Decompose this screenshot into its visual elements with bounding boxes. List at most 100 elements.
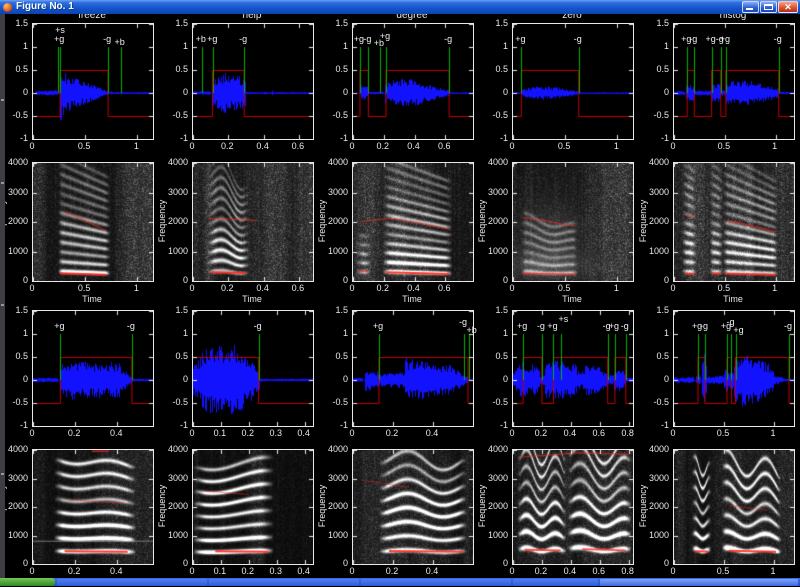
y-tick-label: 1 bbox=[472, 328, 508, 338]
x-axis-label: Time bbox=[192, 294, 312, 304]
x-tick-label: 1 bbox=[121, 141, 151, 151]
spectrogram-plot-r2c5[interactable] bbox=[674, 163, 794, 281]
start-button[interactable] bbox=[0, 578, 55, 586]
marker-label: +g bbox=[47, 322, 71, 331]
x-tick-label: 0.6 bbox=[429, 283, 459, 293]
axes-box-r4c4 bbox=[512, 449, 634, 565]
marker-label: +g bbox=[200, 35, 224, 44]
y-tick-label: -0.5 bbox=[472, 397, 508, 407]
x-tick-label: 1 bbox=[601, 283, 631, 293]
marker-label: +g bbox=[508, 35, 532, 44]
y-tick-label: 4000 bbox=[472, 444, 508, 454]
x-tick-label: 0.2 bbox=[526, 566, 556, 576]
marker-label: -g bbox=[231, 35, 255, 44]
y-tick-label: 4000 bbox=[152, 157, 188, 167]
marker-label: +b bbox=[108, 38, 132, 47]
y-tick-label: 0 bbox=[152, 374, 188, 384]
taskbar-button[interactable] bbox=[57, 579, 207, 586]
x-tick-label: 0 bbox=[177, 566, 207, 576]
x-tick-label: 1 bbox=[121, 283, 151, 293]
spectrogram-plot-r4c5[interactable] bbox=[674, 450, 794, 564]
y-tick-label: 0 bbox=[152, 87, 188, 97]
minimize-button[interactable] bbox=[742, 1, 759, 13]
spectrogram-plot-r2c2[interactable] bbox=[193, 163, 313, 281]
axes-box-r2c2 bbox=[192, 162, 314, 282]
y-tick-label: 4000 bbox=[312, 444, 348, 454]
x-tick-label: 0 bbox=[497, 141, 527, 151]
y-tick-label: -0.5 bbox=[152, 110, 188, 120]
x-tick-label: 1 bbox=[758, 428, 788, 438]
x-tick-label: 0.2 bbox=[377, 428, 407, 438]
y-tick-label: 4000 bbox=[152, 444, 188, 454]
x-tick-label: 0 bbox=[497, 566, 527, 576]
x-tick-label: 0.2 bbox=[368, 283, 398, 293]
y-tick-label: 0.5 bbox=[633, 351, 669, 361]
y-tick-label: 1.5 bbox=[472, 18, 508, 28]
axes-box-r2c3 bbox=[352, 162, 474, 282]
y-tick-label: 1 bbox=[152, 41, 188, 51]
x-tick-label: 0 bbox=[337, 283, 367, 293]
y-tick-label: 1.5 bbox=[472, 305, 508, 315]
x-tick-label: 0.5 bbox=[549, 283, 579, 293]
y-tick-label: 0.5 bbox=[472, 351, 508, 361]
y-tick-label: -0.5 bbox=[152, 397, 188, 407]
spectrogram-plot-r4c3[interactable] bbox=[353, 450, 473, 564]
spectrogram-plot-r4c2[interactable] bbox=[193, 450, 313, 564]
x-tick-label: 0 bbox=[658, 566, 688, 576]
y-axis-label: Frequency bbox=[157, 471, 167, 541]
spectrogram-plot-r4c4[interactable] bbox=[513, 450, 633, 564]
x-axis-label: Time bbox=[512, 294, 632, 304]
x-tick-label: 0.5 bbox=[709, 141, 739, 151]
y-tick-label: 1 bbox=[312, 328, 348, 338]
x-tick-label: 0.2 bbox=[59, 566, 89, 576]
x-tick-label: 0.4 bbox=[101, 566, 131, 576]
window-title-bar[interactable]: Figure No. 1 ✕ bbox=[0, 0, 800, 14]
marker-label: -g bbox=[766, 35, 790, 44]
taskbar-button[interactable] bbox=[361, 579, 511, 586]
y-tick-label: 0 bbox=[312, 374, 348, 384]
y-tick-label: 0 bbox=[312, 87, 348, 97]
x-tick-label: 0.1 bbox=[205, 428, 235, 438]
x-tick-label: 0 bbox=[658, 428, 688, 438]
window-title: Figure No. 1 bbox=[16, 0, 74, 14]
marker-label: +g bbox=[373, 32, 397, 41]
x-tick-label: 0.4 bbox=[555, 428, 585, 438]
x-tick-label: 0.2 bbox=[59, 428, 89, 438]
axes-box-r2c1 bbox=[32, 162, 154, 282]
taskbar-button[interactable] bbox=[513, 579, 598, 586]
x-tick-label: 0.5 bbox=[549, 141, 579, 151]
x-tick-label: 0.1 bbox=[205, 566, 235, 576]
x-tick-label: 0.4 bbox=[399, 141, 429, 151]
y-tick-label: 1 bbox=[633, 328, 669, 338]
x-tick-label: 0.3 bbox=[261, 566, 291, 576]
x-tick-label: 0.2 bbox=[526, 428, 556, 438]
x-tick-label: 0 bbox=[17, 566, 47, 576]
x-tick-label: 0 bbox=[17, 141, 47, 151]
x-tick-label: 0.6 bbox=[584, 566, 614, 576]
spectrogram-plot-r4c1[interactable] bbox=[33, 450, 153, 564]
spectrogram-plot-r2c1[interactable] bbox=[33, 163, 153, 281]
taskbar-button[interactable] bbox=[209, 579, 359, 586]
y-axis-label: Frequency bbox=[477, 471, 487, 541]
x-tick-label: 0.4 bbox=[399, 283, 429, 293]
matlab-figure-icon bbox=[3, 3, 12, 12]
marker-label: -g bbox=[119, 322, 143, 331]
x-tick-label: 0 bbox=[177, 428, 207, 438]
close-button[interactable]: ✕ bbox=[778, 1, 798, 13]
y-tick-label: 4000 bbox=[633, 157, 669, 167]
y-tick-label: 4000 bbox=[312, 157, 348, 167]
spectrogram-plot-r2c4[interactable] bbox=[513, 163, 633, 281]
marker-label: +g bbox=[366, 322, 390, 331]
axes-box-r2c4 bbox=[512, 162, 634, 282]
y-tick-label: 1.5 bbox=[633, 18, 669, 28]
maximize-button[interactable] bbox=[760, 1, 777, 13]
x-tick-label: 0.2 bbox=[212, 141, 242, 151]
x-tick-label: 0.6 bbox=[584, 428, 614, 438]
marker-label: -g bbox=[246, 322, 270, 331]
spectrogram-plot-r2c3[interactable] bbox=[353, 163, 473, 281]
y-tick-label: 4000 bbox=[633, 444, 669, 454]
x-tick-label: 0.2 bbox=[212, 283, 242, 293]
x-tick-label: 0 bbox=[337, 141, 367, 151]
y-axis-label: Frequency bbox=[157, 186, 167, 256]
taskbar-button-active[interactable] bbox=[600, 579, 798, 586]
